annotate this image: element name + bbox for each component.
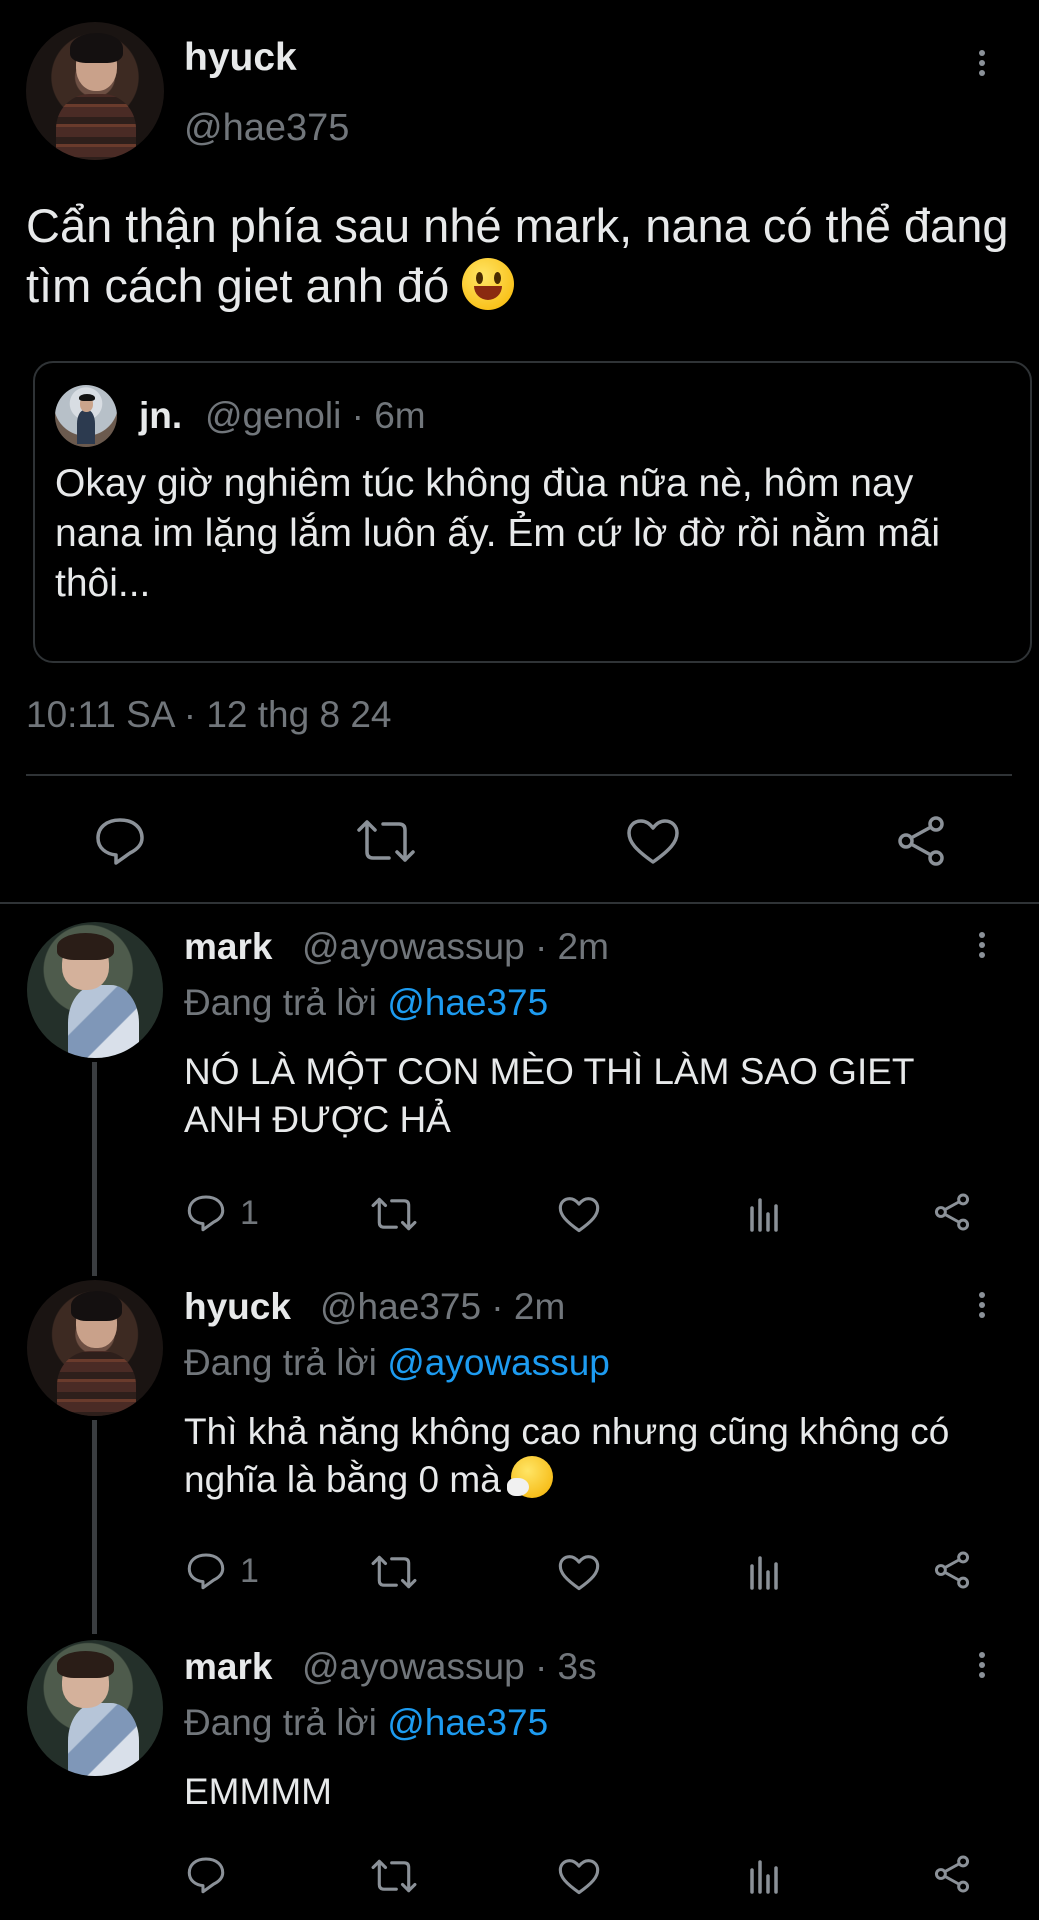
- mention-link[interactable]: @ayowassup: [387, 1342, 610, 1383]
- views-icon[interactable]: [748, 1196, 782, 1232]
- reply-author-handle[interactable]: @hae375 · 2m: [320, 1286, 565, 1328]
- reply-author-name[interactable]: mark: [184, 926, 272, 968]
- avatar-jn: [55, 385, 117, 447]
- grinning-face-emoji: [462, 258, 515, 310]
- quote-author-handle: @genoli · 6m: [205, 395, 426, 436]
- more-options-icon[interactable]: [978, 1652, 986, 1686]
- reply-count: 1: [240, 1552, 259, 1590]
- reply-icon[interactable]: [186, 1194, 226, 1232]
- thread-connector: [92, 1062, 97, 1276]
- retweet-icon[interactable]: [370, 1554, 418, 1590]
- share-icon[interactable]: [932, 1550, 972, 1590]
- avatar-hyuck[interactable]: [26, 22, 164, 160]
- like-icon[interactable]: [558, 1858, 600, 1896]
- reply-author-name[interactable]: hyuck: [184, 1286, 291, 1328]
- like-icon[interactable]: [626, 818, 680, 866]
- like-icon[interactable]: [558, 1554, 600, 1592]
- share-icon[interactable]: [932, 1854, 972, 1894]
- reply-author-handle[interactable]: @ayowassup · 2m: [302, 926, 609, 968]
- section-divider: [0, 902, 1039, 904]
- share-icon[interactable]: [894, 814, 948, 868]
- views-icon[interactable]: [748, 1554, 782, 1590]
- avatar-hyuck[interactable]: [27, 1280, 163, 1416]
- reply-text: EMMMM: [184, 1771, 332, 1812]
- reply-text: Thì khả năng không cao nhưng cũng không …: [184, 1411, 950, 1500]
- sneezing-face-emoji: [507, 1456, 554, 1498]
- replying-to: Đang trả lời @hae375: [184, 982, 549, 1023]
- replying-to: Đang trả lời @ayowassup: [184, 1342, 610, 1383]
- reply-icon[interactable]: [94, 816, 146, 866]
- retweet-icon[interactable]: [370, 1196, 418, 1232]
- more-options-icon[interactable]: [978, 1292, 986, 1326]
- views-icon[interactable]: [748, 1858, 782, 1894]
- mention-link[interactable]: @hae375: [387, 982, 548, 1023]
- share-icon[interactable]: [932, 1192, 972, 1232]
- reply-author-name[interactable]: mark: [184, 1646, 272, 1688]
- retweet-icon[interactable]: [370, 1858, 418, 1894]
- avatar-mark[interactable]: [27, 922, 163, 1058]
- mention-link[interactable]: @hae375: [387, 1702, 548, 1743]
- more-options-icon[interactable]: [978, 50, 986, 84]
- replying-to: Đang trả lời @hae375: [184, 1702, 549, 1743]
- reply-count: 1: [240, 1194, 259, 1232]
- quoted-tweet[interactable]: jn. @genoli · 6m Okay giờ nghiêm túc khô…: [33, 361, 1032, 663]
- quote-author-name: jn.: [139, 395, 183, 436]
- divider: [26, 774, 1012, 776]
- author-handle[interactable]: @hae375: [184, 107, 349, 150]
- reply-icon[interactable]: [186, 1856, 226, 1894]
- author-name[interactable]: hyuck: [184, 36, 297, 80]
- more-options-icon[interactable]: [978, 932, 986, 966]
- reply-author-handle[interactable]: @ayowassup · 3s: [302, 1646, 597, 1688]
- reply-icon[interactable]: [186, 1552, 226, 1590]
- avatar-mark[interactable]: [27, 1640, 163, 1776]
- tweet-text: Cẩn thận phía sau nhé mark, nana có thể …: [26, 199, 1009, 312]
- retweet-icon[interactable]: [355, 818, 417, 864]
- reply-text: NÓ LÀ MỘT CON MÈO THÌ LÀM SAO GIET ANH Đ…: [184, 1051, 914, 1140]
- tweet-timestamp: 10:11 SA · 12 thg 8 24: [26, 694, 392, 735]
- like-icon[interactable]: [558, 1196, 600, 1234]
- quote-text: Okay giờ nghiêm túc không đùa nữa nè, hô…: [55, 462, 941, 605]
- thread-connector: [92, 1420, 97, 1634]
